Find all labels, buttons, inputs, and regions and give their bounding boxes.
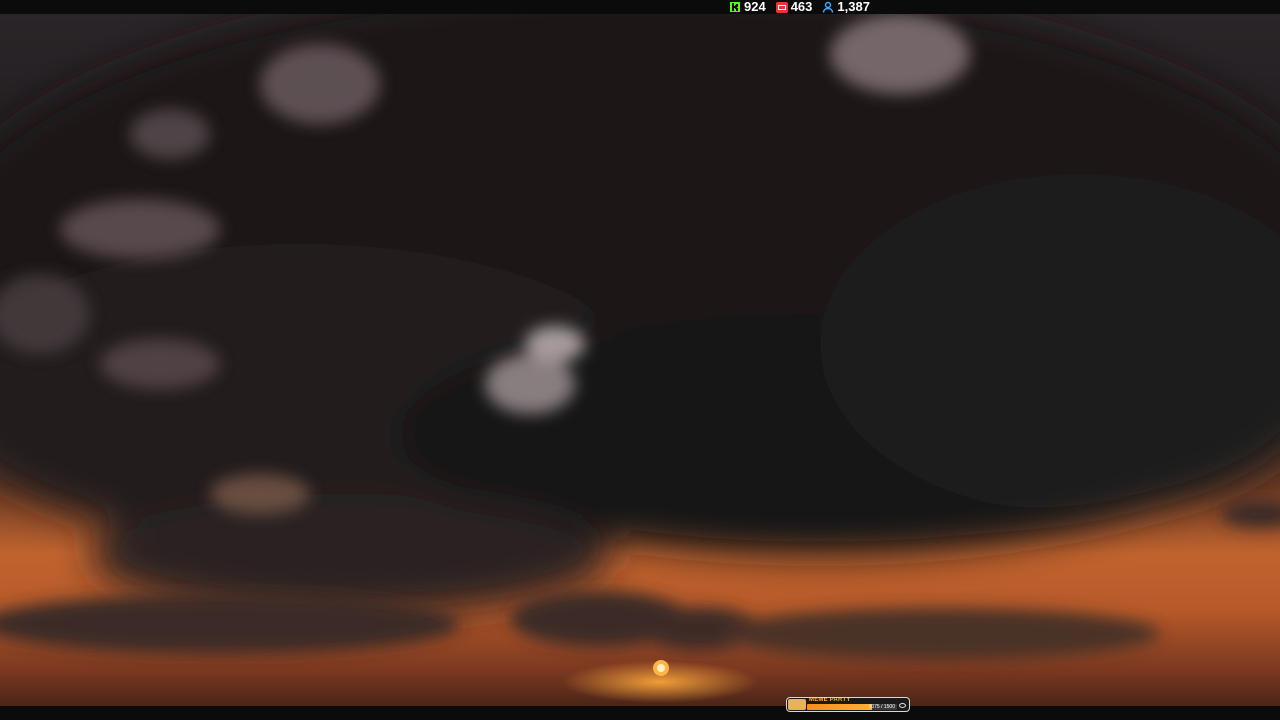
viewer-stat: 1,387 <box>822 0 870 14</box>
top-bar <box>0 0 1280 14</box>
widget-progress-text: 1075 / 1500 <box>868 704 895 710</box>
live-icon <box>775 1 788 13</box>
viewers-icon <box>822 1 834 13</box>
kick-icon <box>729 1 741 13</box>
live-stat: 463 <box>775 0 813 14</box>
widget-title: MEME PARTY <box>809 697 851 703</box>
live-count: 463 <box>790 0 813 14</box>
stream-video <box>0 14 1280 706</box>
follower-stat: 924 <box>729 0 766 14</box>
stream-stats: 924 463 1,387 <box>729 0 870 14</box>
meme-party-widget: MEME PARTY 1075 / 1500 <box>786 697 910 712</box>
bottom-bar <box>0 706 1280 720</box>
widget-progress-fill <box>807 704 872 710</box>
cloudy-sky-scene <box>0 14 1280 676</box>
storm-cloud <box>0 14 1280 614</box>
viewer-count: 1,387 <box>837 0 870 14</box>
doge-avatar-icon <box>788 699 806 710</box>
follower-count: 924 <box>744 0 766 14</box>
eye-icon <box>899 703 906 708</box>
